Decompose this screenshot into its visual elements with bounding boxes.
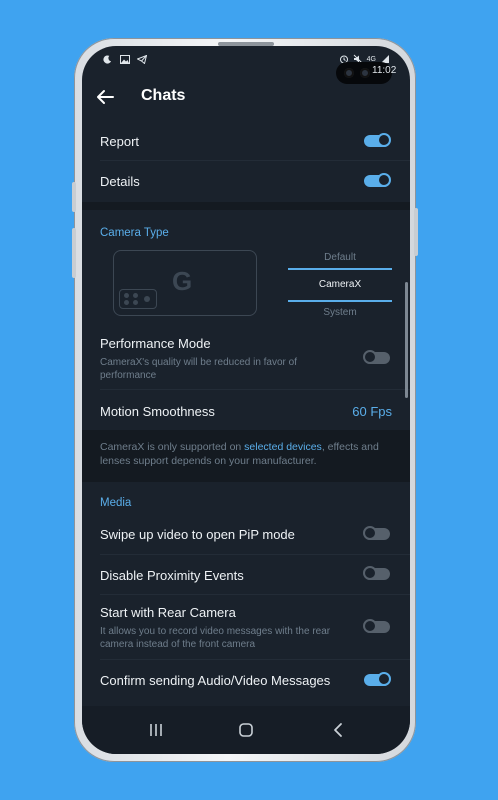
volume-up-button: [72, 182, 76, 212]
camera-option-default[interactable]: Default: [288, 252, 392, 263]
divider: [100, 659, 410, 660]
rear-camera-description: It allows you to record video messages w…: [100, 626, 331, 650]
rear-camera-label: Start with Rear Camera: [100, 605, 236, 620]
page-title: Chats: [141, 87, 186, 104]
selected-devices-link[interactable]: selected devices: [244, 441, 322, 453]
report-toggle[interactable]: [364, 133, 391, 147]
pip-mode-label: Swipe up video to open PiP mode: [100, 527, 295, 542]
image-icon: [119, 54, 130, 64]
camera-preview-card[interactable]: G: [113, 250, 257, 316]
camera-option-system[interactable]: System: [288, 307, 392, 318]
recents-icon[interactable]: [146, 720, 166, 740]
home-icon[interactable]: [236, 720, 256, 740]
volume-down-button: [72, 228, 76, 278]
performance-mode-description: CameraX's quality will be reduced in fav…: [100, 357, 298, 381]
motion-smoothness-label: Motion Smoothness: [100, 404, 215, 419]
camerax-info-box: CameraX is only supported on selected de…: [82, 430, 410, 482]
camera-type-header: Camera Type: [100, 227, 169, 239]
power-button: [414, 208, 418, 256]
camera-card-dots: [119, 289, 157, 309]
proximity-events-label: Disable Proximity Events: [100, 568, 244, 583]
report-label: Report: [100, 134, 140, 149]
system-navigation-bar: [82, 706, 410, 754]
section-gap: [82, 202, 410, 210]
performance-mode-label: Performance Mode: [100, 336, 211, 351]
info-text-prefix: CameraX is only supported on: [100, 441, 245, 453]
back-arrow-icon[interactable]: [94, 86, 116, 108]
confirm-sending-toggle[interactable]: [364, 672, 391, 686]
divider: [100, 160, 410, 161]
status-notification-icons: [102, 54, 147, 64]
telegram-icon: [136, 54, 147, 64]
details-label: Details: [100, 174, 140, 189]
performance-mode-toggle[interactable]: [363, 350, 390, 364]
app-bar: Chats: [82, 76, 410, 118]
pip-mode-toggle[interactable]: [363, 526, 390, 540]
back-icon[interactable]: [328, 720, 348, 740]
motion-smoothness-value[interactable]: 60 Fps: [352, 404, 392, 419]
camera-card-logo: G: [172, 266, 193, 296]
camera-option-separator: [288, 300, 392, 302]
scrollbar[interactable]: [405, 282, 408, 398]
status-bar: 4G 11:02: [82, 46, 410, 84]
camera-option-separator: [288, 268, 392, 270]
divider: [100, 594, 410, 595]
status-time: 11:02: [372, 65, 397, 76]
camerax-info-text: CameraX is only supported on selected de…: [100, 440, 390, 468]
screen: 4G 11:02 Chats Report Details Camera Typ…: [82, 46, 410, 754]
confirm-sending-label: Confirm sending Audio/Video Messages: [100, 673, 331, 688]
divider: [100, 554, 410, 555]
media-header: Media: [100, 497, 132, 509]
rear-camera-toggle[interactable]: [363, 619, 390, 633]
details-toggle[interactable]: [364, 173, 391, 187]
proximity-events-toggle[interactable]: [363, 566, 390, 580]
divider: [100, 389, 410, 390]
camera-option-camerax[interactable]: CameraX: [288, 279, 392, 290]
moon-icon: [102, 54, 113, 64]
